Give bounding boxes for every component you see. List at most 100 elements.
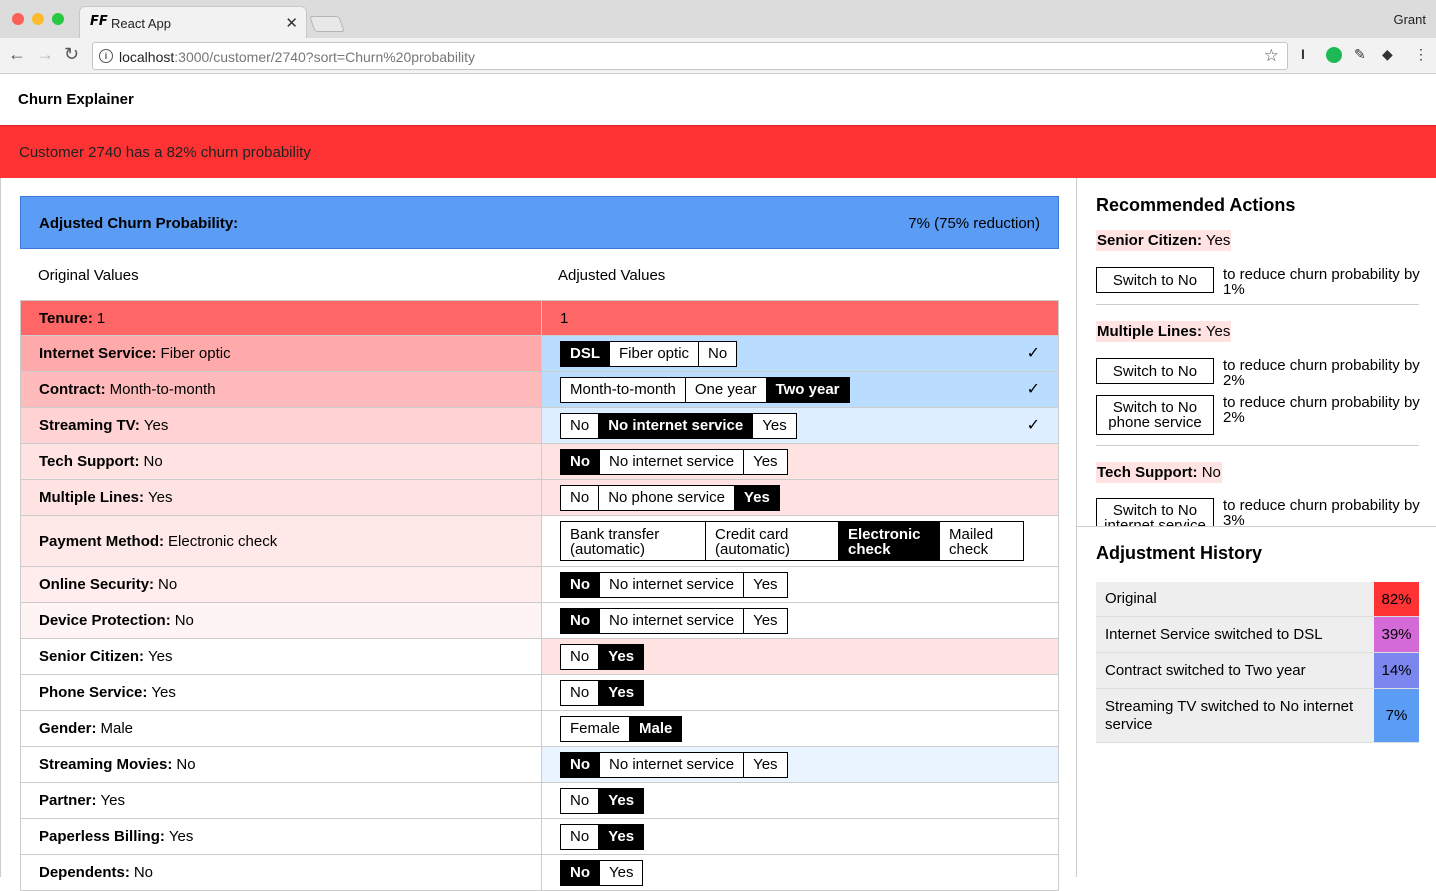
reload-icon[interactable]: ↻	[64, 44, 79, 65]
recommendation-feature-label: Tech Support: No	[1096, 462, 1222, 483]
option-button[interactable]: No	[561, 486, 598, 510]
profile-name[interactable]: Grant	[1393, 12, 1426, 27]
option-button[interactable]: No	[561, 752, 599, 777]
back-arrow-icon[interactable]: ←	[8, 44, 26, 65]
adjusted-value-cell: No No internet service Yes	[542, 747, 1058, 782]
option-button[interactable]: Two year	[765, 377, 849, 402]
option-button[interactable]: No internet service	[598, 413, 753, 438]
feature-row: Tenure: 1 1	[20, 300, 1059, 336]
close-tab-icon[interactable]: ✕	[285, 14, 298, 32]
action-description: to reduce churn probability by 2%	[1223, 394, 1420, 426]
extension-green-icon[interactable]	[1326, 47, 1342, 63]
feature-original-value: Yes	[100, 792, 126, 809]
option-button[interactable]: Yes	[743, 752, 786, 777]
switch-action-button[interactable]: Switch to No internet service	[1096, 498, 1214, 526]
address-bar[interactable]: i localhost:3000/customer/2740?sort=Chur…	[92, 42, 1288, 70]
option-selector: No No internet service Yes	[560, 607, 788, 634]
feature-row: Streaming Movies: No No No internet service…	[20, 747, 1059, 783]
option-button[interactable]: No	[561, 860, 599, 885]
option-button[interactable]: Month-to-month	[561, 378, 685, 402]
option-button[interactable]: Fiber optic	[609, 341, 698, 366]
option-button[interactable]: No	[561, 825, 598, 849]
option-button[interactable]: Female	[561, 717, 629, 741]
original-value-cell: Tenure: 1	[21, 301, 542, 335]
option-button[interactable]: No	[561, 681, 598, 705]
option-button[interactable]: Credit card (automatic)	[705, 522, 838, 560]
option-button[interactable]: Yes	[598, 788, 644, 813]
option-button[interactable]: No	[561, 449, 599, 474]
option-button[interactable]: No internet service	[599, 572, 743, 597]
history-label: Streaming TV switched to No internet ser…	[1105, 697, 1354, 733]
adjusted-value-cell: No No internet service Yes	[542, 603, 1058, 638]
history-label: Contract switched to Two year	[1105, 661, 1306, 679]
menu-dots-icon[interactable]: ⋮	[1414, 46, 1428, 63]
feature-label: Tech Support:	[39, 453, 140, 470]
feature-pane: Adjusted Churn Probability: 7% (75% redu…	[0, 178, 1076, 891]
switch-action-button[interactable]: Switch to No	[1096, 358, 1214, 384]
recommended-actions[interactable]: Recommended Actions Senior Citizen: Yes S…	[1077, 178, 1436, 527]
option-button[interactable]: No internet service	[599, 449, 743, 474]
maximize-window-button[interactable]	[52, 13, 64, 25]
info-icon[interactable]: i	[99, 49, 113, 63]
option-button[interactable]: No	[561, 645, 598, 669]
option-button[interactable]: Yes	[598, 824, 644, 849]
option-button[interactable]: No internet service	[599, 608, 743, 633]
minimize-window-button[interactable]	[32, 13, 44, 25]
feature-row: Partner: Yes No Yes	[20, 783, 1059, 819]
option-button[interactable]: No	[561, 572, 599, 597]
option-button[interactable]: No phone service	[598, 485, 734, 510]
bookmark-star-icon[interactable]: ☆	[1264, 46, 1279, 66]
option-button[interactable]: Yes	[598, 644, 644, 669]
feature-original-value: Yes	[148, 489, 173, 506]
option-button[interactable]: Bank transfer (automatic)	[561, 522, 705, 560]
extension-i-icon[interactable]: I	[1301, 46, 1305, 62]
feature-label: Phone Service:	[39, 684, 148, 701]
original-value-cell: Partner: Yes	[21, 783, 542, 818]
option-button[interactable]: Yes	[743, 572, 786, 597]
close-window-button[interactable]	[12, 13, 24, 25]
option-button[interactable]: Mailed check	[939, 522, 1023, 560]
adjusted-value-cell: No No phone service Yes	[542, 480, 1058, 515]
adjusted-text: 1	[560, 309, 569, 327]
original-value-cell: Paperless Billing: Yes	[21, 819, 542, 854]
option-button[interactable]: Male	[629, 716, 682, 741]
feature-original-value: Electronic check	[168, 532, 278, 550]
banner-text: Customer 2740 has a 82% churn probabilit…	[19, 144, 311, 161]
feature-original-value: No	[133, 864, 154, 881]
option-button[interactable]: Yes	[743, 449, 786, 474]
option-button[interactable]: No	[698, 341, 736, 366]
option-button[interactable]: Yes	[599, 860, 642, 885]
switch-action-button[interactable]: Switch to No phone service	[1096, 395, 1214, 435]
option-button[interactable]: Yes	[598, 680, 644, 705]
extension-cat-icon[interactable]: ◆	[1382, 46, 1393, 63]
feature-original-value: No	[176, 756, 196, 773]
feature-row: Contract: Month-to-month Month-to-month One…	[20, 372, 1059, 408]
option-button[interactable]: No	[561, 608, 599, 633]
option-button[interactable]: No	[561, 789, 598, 813]
action-description: to reduce churn probability by 1%	[1223, 266, 1420, 298]
feature-original-value: Month-to-month	[109, 381, 216, 398]
option-selector: No Yes	[560, 679, 645, 706]
new-tab-button[interactable]	[309, 16, 345, 32]
option-button[interactable]: One year	[684, 377, 766, 402]
feature-original-value: No	[174, 612, 194, 629]
recommendation-feature-name: Tech Support:	[1097, 464, 1198, 481]
option-button[interactable]: No	[561, 414, 598, 438]
forward-arrow-icon[interactable]: →	[36, 44, 54, 65]
switch-action-button[interactable]: Switch to No	[1096, 267, 1214, 293]
history-value: 14%	[1374, 653, 1419, 688]
extension-pin-icon[interactable]: ✎	[1354, 46, 1366, 63]
browser-tab[interactable]: FF React App ✕	[79, 6, 307, 38]
option-button[interactable]: Yes	[752, 413, 795, 438]
feature-row: Paperless Billing: Yes No Yes	[20, 819, 1059, 855]
recommendation-feature-value: No	[1201, 464, 1221, 481]
option-button[interactable]: Yes	[743, 608, 786, 633]
option-button[interactable]: Yes	[733, 485, 779, 510]
original-values-header: Original Values	[38, 267, 139, 284]
adjusted-value-cell: Month-to-month One year Two year ✓	[542, 372, 1058, 407]
url-text[interactable]: localhost:3000/customer/2740?sort=Churn%…	[119, 49, 475, 65]
option-button[interactable]: DSL	[561, 341, 609, 366]
original-value-cell: Gender: Male	[21, 711, 542, 746]
option-button[interactable]: Electronic check	[838, 522, 939, 560]
option-button[interactable]: No internet service	[599, 752, 743, 777]
